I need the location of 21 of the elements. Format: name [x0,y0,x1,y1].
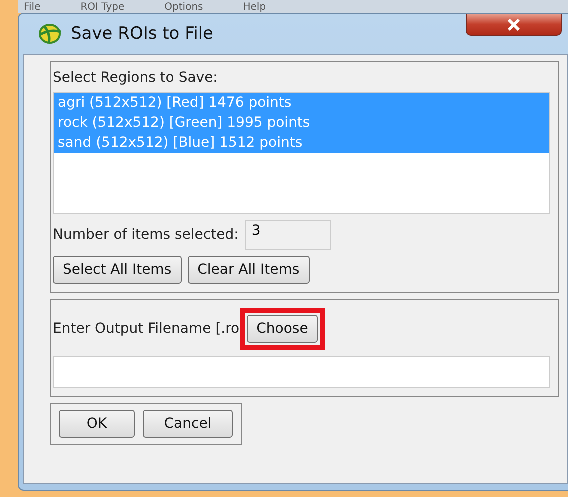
count-field[interactable]: 3 [244,220,331,250]
choose-button[interactable]: Choose [246,315,318,343]
menu-item[interactable]: Options [164,2,204,13]
region-item[interactable]: agri (512x512) [Red] 1476 points [54,93,549,113]
count-label: Number of items selected: [53,227,239,243]
menu-item[interactable]: File [24,2,41,13]
list-button[interactable]: Clear All Items [188,256,310,284]
output-label: Enter Output Filename [.ro [53,321,240,337]
list-button[interactable]: Select All Items [53,256,182,284]
close-icon [507,18,521,30]
region-item[interactable]: sand (512x512) [Blue] 1512 points [54,133,549,153]
window-title: Save ROIs to File [71,24,214,44]
globe-icon [37,23,63,45]
regions-label: Select Regions to Save: [53,70,219,86]
menu-item[interactable]: ROI Type [80,2,125,13]
filename-field[interactable] [53,356,550,388]
dialog-button[interactable]: OK [59,410,135,438]
dialog-button[interactable]: Cancel [143,410,233,438]
menu-item[interactable]: Help [243,2,266,13]
close-button[interactable] [466,14,562,36]
region-item[interactable]: rock (512x512) [Green] 1995 points [54,113,549,133]
